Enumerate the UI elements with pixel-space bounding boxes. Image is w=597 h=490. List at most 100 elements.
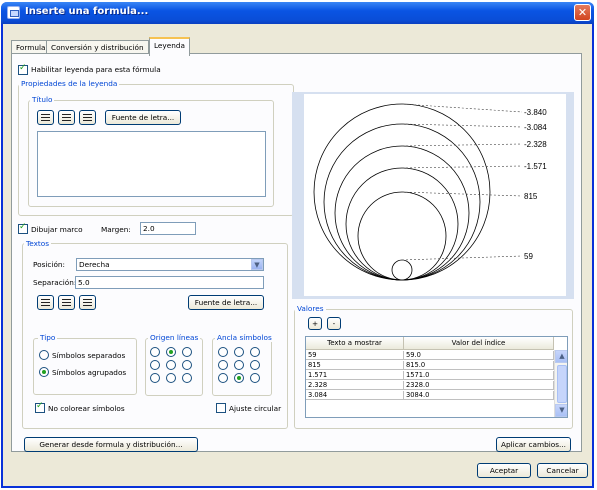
table-cell-index[interactable]: 59.0 [404,351,554,360]
align-right-icon [83,114,92,121]
legend-value-label: 59 [524,252,533,261]
legend-value-label: -1.571 [524,162,547,171]
scroll-thumb[interactable] [557,365,567,403]
position-value: Derecha [79,260,110,269]
anchor-radio-1[interactable] [218,347,228,357]
symbol-anchor-grid [218,347,268,393]
texts-group-title: Textos [24,239,52,248]
title-textarea[interactable] [37,131,266,197]
origin-radio-3[interactable] [182,347,192,357]
separated-symbols-radio[interactable] [39,350,49,360]
table-cell-text[interactable]: 3.084 [306,391,404,400]
draw-frame-checkbox[interactable] [18,222,28,234]
anchor-radio-3[interactable] [250,347,260,357]
values-table: Texto a mostrar Valor del índice 59 59.0 8… [305,336,568,418]
no-color-symbols-label: No colorear símbolos [48,404,125,413]
origin-radio-6[interactable] [182,360,192,370]
app-icon [7,6,20,19]
align-right-button[interactable] [79,110,96,125]
grouped-symbols-label: Símbolos agrupados [52,368,127,377]
title-font-button[interactable]: Fuente de letra... [105,110,181,125]
table-cell-text[interactable]: 59 [306,351,404,360]
align-center-icon [62,114,71,121]
separation-input[interactable]: 5.0 [75,276,264,289]
text-align-center-button[interactable] [58,295,75,310]
legend-preview: -3.840 -3.084 -2.328 -1.571 815 59 [292,92,574,299]
separated-symbols-label: Símbolos separados [52,351,126,360]
remove-value-button[interactable]: - [327,317,341,330]
tab-leyenda[interactable]: Leyenda [149,37,190,56]
line-origin-grid [150,347,200,393]
scroll-up-icon[interactable]: ▲ [555,350,567,363]
scroll-down-icon[interactable]: ▼ [555,404,567,417]
column-header-index[interactable]: Valor del índice [404,337,554,350]
position-label: Posición: [33,260,66,269]
table-cell-index[interactable]: 3084.0 [404,391,554,400]
anchor-radio-8[interactable] [234,373,244,383]
apply-changes-button[interactable]: Aplicar cambios... [496,437,571,452]
line-origin-title: Origen líneas [148,333,201,342]
position-select[interactable]: Derecha ▼ [76,258,264,271]
table-cell-index[interactable]: 1571.0 [404,371,554,380]
text-align-left-button[interactable] [37,295,54,310]
legend-value-label: -2.328 [524,140,547,149]
values-group-title: Valores [295,304,326,313]
table-cell-text[interactable]: 2.328 [306,381,404,390]
column-header-text[interactable]: Texto a mostrar [306,337,404,350]
text-align-right-button[interactable] [79,295,96,310]
dialog-window: Inserte una formula... ✕ Formula Convers… [1,2,594,488]
origin-radio-9[interactable] [182,373,192,383]
origin-radio-4[interactable] [150,360,160,370]
align-center-button[interactable] [58,110,75,125]
symbol-anchor-title: Ancla símbolos [215,333,274,342]
type-group-title: Tipo [38,333,58,342]
legend-value-label: 815 [524,192,538,201]
anchor-radio-9[interactable] [250,373,260,383]
legend-preview-canvas: -3.840 -3.084 -2.328 -1.571 815 59 [304,94,566,296]
circular-fit-label: Ajuste circular [229,404,282,413]
origin-radio-8[interactable] [166,373,176,383]
table-cell-index[interactable]: 2328.0 [404,381,554,390]
text-font-button[interactable]: Fuente de letra... [188,295,264,310]
grouped-symbols-radio[interactable] [39,367,49,377]
draw-frame-label: Dibujar marco [31,225,83,234]
window-title: Inserte una formula... [25,6,149,17]
margin-label: Margen: [101,225,131,234]
enable-legend-checkbox[interactable] [18,63,28,75]
table-cell-text[interactable]: 815 [306,361,404,370]
separation-label: Separación: [33,278,77,287]
table-cell-index[interactable]: 815.0 [404,361,554,370]
add-value-button[interactable]: + [308,317,322,330]
legend-properties-title: Propiedades de la leyenda [19,79,120,88]
align-left-icon [41,299,50,306]
legend-value-label: -3.840 [524,108,547,117]
type-group [33,338,137,395]
anchor-radio-4[interactable] [218,360,228,370]
title-group-label: Título [30,95,55,104]
anchor-radio-7[interactable] [218,373,228,383]
cancel-button[interactable]: Cancelar [537,463,588,478]
align-center-icon [62,299,71,306]
table-cell-text[interactable]: 1.571 [306,371,404,380]
legend-value-label: -3.084 [524,123,547,132]
anchor-radio-6[interactable] [250,360,260,370]
align-left-button[interactable] [37,110,54,125]
circular-fit-checkbox[interactable] [216,403,226,413]
anchor-radio-5[interactable] [234,360,244,370]
origin-radio-7[interactable] [150,373,160,383]
accept-button[interactable]: Aceptar [477,463,531,478]
margin-input[interactable]: 2.0 [140,222,196,235]
origin-radio-2[interactable] [166,347,176,357]
chevron-down-icon[interactable]: ▼ [251,259,263,270]
table-scrollbar[interactable]: ▲ ▼ [554,350,567,417]
anchor-radio-2[interactable] [234,347,244,357]
align-right-icon [83,299,92,306]
no-color-symbols-checkbox[interactable] [35,401,45,413]
enable-legend-label: Habilitar leyenda para esta fórmula [31,65,161,74]
origin-radio-5[interactable] [166,360,176,370]
close-button[interactable]: ✕ [574,4,591,21]
generate-button[interactable]: Generar desde formula y distribución... [24,437,198,452]
title-bar[interactable]: Inserte una formula... ✕ [1,2,594,24]
align-left-icon [41,114,50,121]
origin-radio-1[interactable] [150,347,160,357]
